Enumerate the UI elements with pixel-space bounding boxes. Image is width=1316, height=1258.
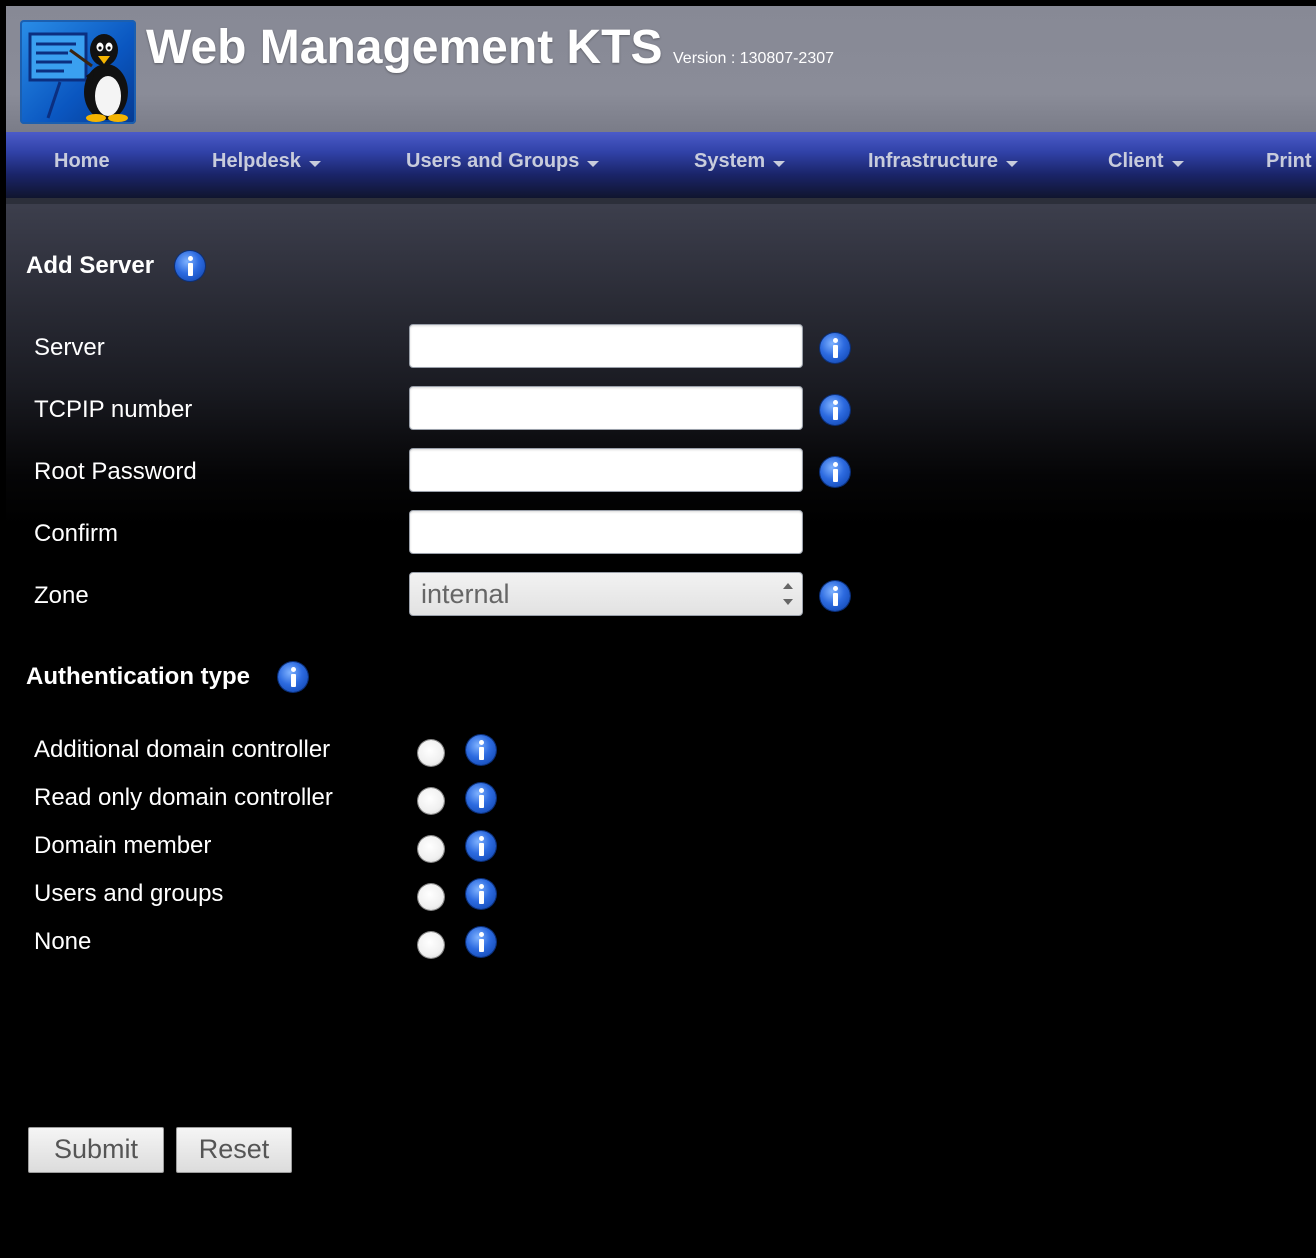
auth-domain-member-radio[interactable]	[418, 836, 444, 862]
confirm-label: Confirm	[34, 520, 119, 547]
info-icon[interactable]	[820, 333, 850, 363]
nav-item-print[interactable]: Print	[1266, 150, 1312, 173]
info-icon[interactable]	[820, 457, 850, 487]
confirm-password-input[interactable]	[409, 510, 803, 554]
info-icon[interactable]	[820, 581, 850, 611]
submit-button[interactable]: Submit	[28, 1127, 164, 1173]
auth-option-label: Domain member	[34, 832, 212, 859]
main-nav: Home Helpdesk Users and Groups System In…	[6, 132, 1316, 204]
caret-down-icon	[773, 160, 786, 167]
server-input[interactable]	[409, 324, 803, 368]
zone-select[interactable]: internal	[409, 572, 803, 616]
nav-item-label: Users and Groups	[406, 150, 580, 172]
caret-down-icon	[1006, 160, 1019, 167]
auth-additional-dc-radio[interactable]	[418, 740, 444, 766]
nav-item-label: Infrastructure	[868, 150, 999, 172]
header: Web Management KTS Version : 130807-2307	[6, 6, 1316, 132]
info-icon[interactable]	[466, 831, 496, 861]
nav-item-label: System	[694, 150, 766, 172]
info-icon[interactable]	[278, 662, 308, 692]
tcpip-number-input[interactable]	[409, 386, 803, 430]
nav-item-infrastructure[interactable]: Infrastructure	[868, 150, 1019, 173]
nav-item-helpdesk[interactable]: Helpdesk	[212, 150, 321, 173]
auth-users-and-groups-radio[interactable]	[418, 884, 444, 910]
info-icon[interactable]	[466, 735, 496, 765]
select-arrows-icon	[783, 583, 793, 605]
nav-item-client[interactable]: Client	[1108, 150, 1184, 173]
auth-option-label: Additional domain controller	[34, 736, 331, 763]
auth-read-only-dc-radio[interactable]	[418, 788, 444, 814]
caret-down-icon	[1171, 160, 1184, 167]
info-icon[interactable]	[175, 251, 205, 281]
tcpip-number-label: TCPIP number	[34, 396, 193, 423]
reset-button[interactable]: Reset	[176, 1127, 292, 1173]
nav-item-label: Helpdesk	[212, 150, 301, 172]
info-icon[interactable]	[466, 879, 496, 909]
app-title: Web Management KTS	[146, 21, 663, 74]
auth-type-title: Authentication type	[26, 663, 251, 690]
auth-option-label: Read only domain controller	[34, 784, 333, 811]
app-frame: Web Management KTS Version : 130807-2307…	[6, 6, 1316, 1258]
zone-label: Zone	[34, 582, 89, 609]
info-icon[interactable]	[466, 927, 496, 957]
page-title: Add Server	[26, 252, 155, 279]
auth-none-radio[interactable]	[418, 932, 444, 958]
nav-item-label: Print	[1266, 150, 1312, 172]
nav-item-users-and-groups[interactable]: Users and Groups	[406, 150, 600, 173]
root-password-label: Root Password	[34, 458, 197, 485]
caret-down-icon	[308, 160, 321, 167]
app-version: Version : 130807-2307	[673, 50, 835, 67]
server-label: Server	[34, 334, 105, 361]
auth-option-label: None	[34, 928, 92, 955]
caret-down-icon	[587, 160, 600, 167]
auth-option-label: Users and groups	[34, 880, 224, 907]
nav-item-home[interactable]: Home	[54, 150, 110, 173]
info-icon[interactable]	[466, 783, 496, 813]
info-icon[interactable]	[820, 395, 850, 425]
nav-item-label: Client	[1108, 150, 1164, 172]
nav-item-label: Home	[54, 150, 110, 172]
tux-teacher-logo-icon	[20, 20, 136, 124]
nav-item-system[interactable]: System	[694, 150, 786, 173]
zone-select-value: internal	[421, 579, 510, 609]
root-password-input[interactable]	[409, 448, 803, 492]
